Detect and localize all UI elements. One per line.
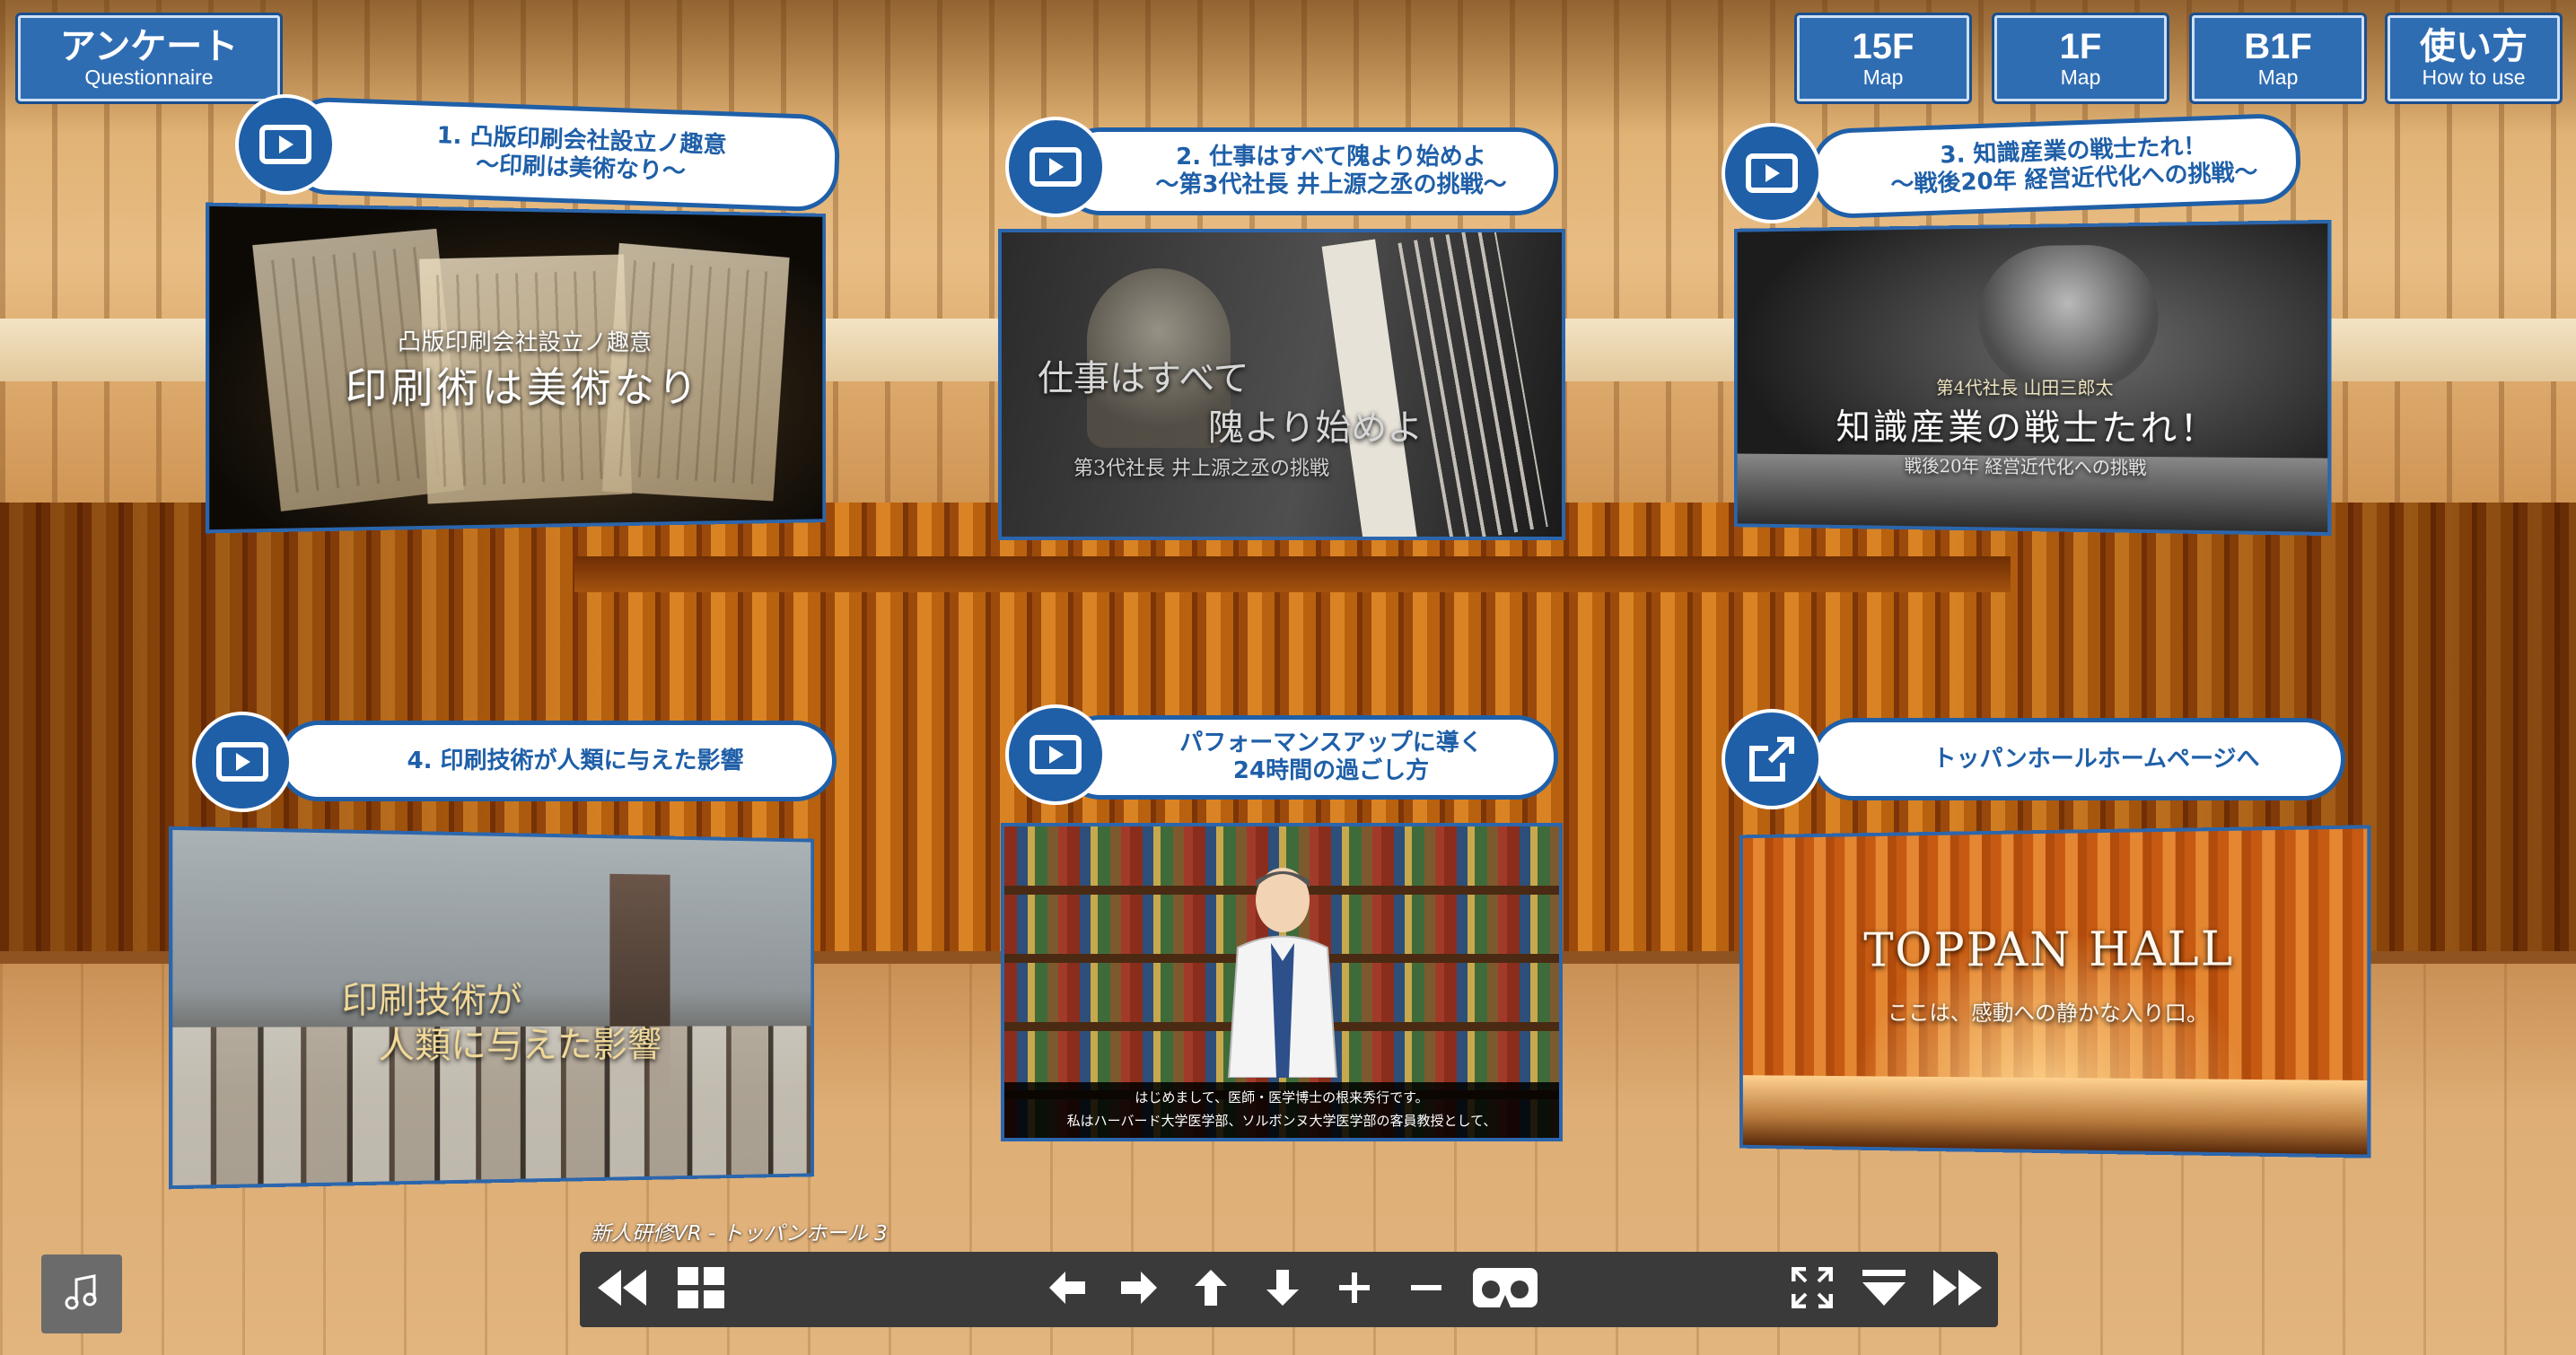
fullscreen-icon [1791,1266,1834,1312]
questionnaire-button[interactable]: アンケート Questionnaire [18,15,280,101]
play-video-icon[interactable] [192,712,293,812]
hide-bar-icon [1862,1270,1906,1309]
map-b1f-title: B1F [2244,27,2312,66]
thumbnails-button[interactable] [670,1252,732,1327]
doctor-character [1215,862,1338,1105]
music-toggle-button[interactable] [41,1254,122,1333]
hotspot-1-thumb-caption-large: 印刷術は美術なり [345,363,701,413]
hotspot-2-thumbnail[interactable]: 仕事はすべて 隗より始めよ 第3代社長 井上源之丞の挑戦 [998,229,1565,540]
hotspot-1-label[interactable]: 1. 凸版印刷会社設立ノ趣意 〜印刷は美術なり〜 [285,96,841,213]
hide-controls-button[interactable] [1854,1252,1914,1327]
zoom-in-icon [1339,1272,1370,1307]
external-link-icon[interactable] [1722,709,1822,809]
play-video-icon[interactable] [1005,704,1106,805]
subtitle-line-2: 私はハーバード大学医学部、ソルボンヌ大学医学部の客員教授として、 [1066,1113,1497,1129]
hotspot-6-label[interactable]: トッパンホールホームページへ [1811,718,2345,800]
tour-title: 新人研修VR - トッパンホール 3 [591,1222,888,1246]
fast-forward-icon [1932,1267,1985,1312]
pan-down-button[interactable] [1253,1252,1312,1327]
map-b1f-button[interactable]: B1F Map [2192,15,2364,101]
hotspot-5-label[interactable]: パフォーマンスアップに導く 24時間の過ごし方 [1059,715,1558,800]
play-video-icon[interactable] [1005,117,1106,217]
hotspot-6-thumb-caption-line2: ここは、感動への静かな入り口。 [1888,1000,2209,1027]
hotspot-2-thumb-caption-line2: 隗より始めよ [1208,407,1424,449]
questionnaire-title: アンケート [59,27,239,66]
map-1f-title: 1F [2059,27,2102,66]
how-to-use-button[interactable]: 使い方 How to use [2388,15,2560,101]
map-1f-button[interactable]: 1F Map [1994,15,2167,101]
hotspot-5-thumbnail[interactable]: はじめまして、医師・医学博士の根来秀行です。 私はハーバード大学医学部、ソルボン… [1001,823,1563,1141]
hotspot-3-thumb-caption-line1: 第4代社長 山田三郎太 [1936,376,2114,399]
rewind-icon [594,1267,648,1312]
arrow-up-icon [1195,1270,1227,1309]
vr-mode-button[interactable] [1465,1252,1546,1327]
hotspot-3-label[interactable]: 3. 知識産業の戦士たれ！ 〜戦後20年 経営近代化への挑戦〜 [1809,112,2302,220]
zoom-in-button[interactable] [1325,1252,1384,1327]
pan-up-button[interactable] [1181,1252,1240,1327]
arrow-left-icon [1049,1272,1085,1307]
how-to-use-subtitle: How to use [2422,66,2526,89]
portrait-photo [1978,244,2159,390]
video-subtitle-bar: はじめまして、医師・医学博士の根来秀行です。 私はハーバード大学医学部、ソルボン… [1004,1082,1559,1138]
arrow-right-icon [1121,1272,1157,1307]
next-scene-button[interactable] [1923,1252,1994,1327]
arrow-down-icon [1266,1270,1299,1309]
hotspot-6-label-line1: トッパンホールホームページへ [1932,745,2260,773]
previous-scene-button[interactable] [585,1252,657,1327]
hotspot-4-label[interactable]: 4. 印刷技術が人類に与えた影響 [278,721,837,801]
fullscreen-button[interactable] [1783,1252,1842,1327]
tour-control-bar [580,1252,1998,1327]
map-15f-button[interactable]: 15F Map [1797,15,1969,101]
hotspot-2-label-line1: 2. 仕事はすべて隗より始めよ [1176,144,1486,170]
subtitle-line-1: はじめまして、医師・医学博士の根来秀行です。 [1135,1089,1429,1106]
map-15f-title: 15F [1852,27,1914,66]
hotspot-2-thumb-caption-line1: 仕事はすべて [1038,358,1249,399]
play-video-icon[interactable] [1722,123,1822,223]
questionnaire-subtitle: Questionnaire [84,66,214,89]
pan-left-button[interactable] [1038,1252,1097,1327]
hotspot-1-thumbnail[interactable]: 凸版印刷会社設立ノ趣意 印刷術は美術なり [206,202,827,534]
play-video-icon[interactable] [235,94,336,195]
grid-icon [678,1267,724,1312]
music-note-icon [62,1272,101,1316]
pan-right-button[interactable] [1109,1252,1169,1327]
hotspot-5-label-line2: 24時間の過ごし方 [1232,757,1430,784]
hotspot-5-label-line1: パフォーマンスアップに導く [1179,730,1483,756]
hotspot-1-thumb-caption-small: 凸版印刷会社設立ノ趣意 [397,328,653,357]
map-b1f-subtitle: Map [2257,66,2299,89]
hotspot-4-thumb-caption-line2: 人類に与えた影響 [378,1024,662,1067]
hotspot-2-thumb-caption-line3: 第3代社長 井上源之丞の挑戦 [1073,458,1329,480]
hotspot-2-label-line2: 〜第3代社長 井上源之丞の挑戦〜 [1155,171,1507,198]
hotspot-3-thumb-caption-line2: 知識産業の戦士たれ！ [1836,406,2220,450]
zoom-out-icon [1411,1272,1441,1307]
hotspot-6-thumbnail[interactable]: TOPPAN HALL ここは、感動への静かな入り口。 [1739,825,2371,1158]
curtain-valance [574,556,2011,592]
hotspot-6-thumb-caption-line1: TOPPAN HALL [1863,922,2235,978]
hotspot-3-thumbnail[interactable]: 第4代社長 山田三郎太 知識産業の戦士たれ！ 戦後20年 経営近代化への挑戦 [1733,219,2332,537]
hotspot-4-thumbnail[interactable]: 印刷技術が 人類に与えた影響 [169,826,814,1190]
hotspot-2-label[interactable]: 2. 仕事はすべて隗より始めよ 〜第3代社長 井上源之丞の挑戦〜 [1059,127,1558,215]
zoom-out-button[interactable] [1397,1252,1456,1327]
hotspot-4-label-line1: 4. 印刷技術が人類に与えた影響 [407,747,744,774]
map-1f-subtitle: Map [2060,66,2101,89]
map-15f-subtitle: Map [1862,66,1904,89]
hall-floor [1742,1075,2368,1155]
how-to-use-title: 使い方 [2420,27,2528,66]
vr-goggles-icon [1473,1268,1538,1311]
